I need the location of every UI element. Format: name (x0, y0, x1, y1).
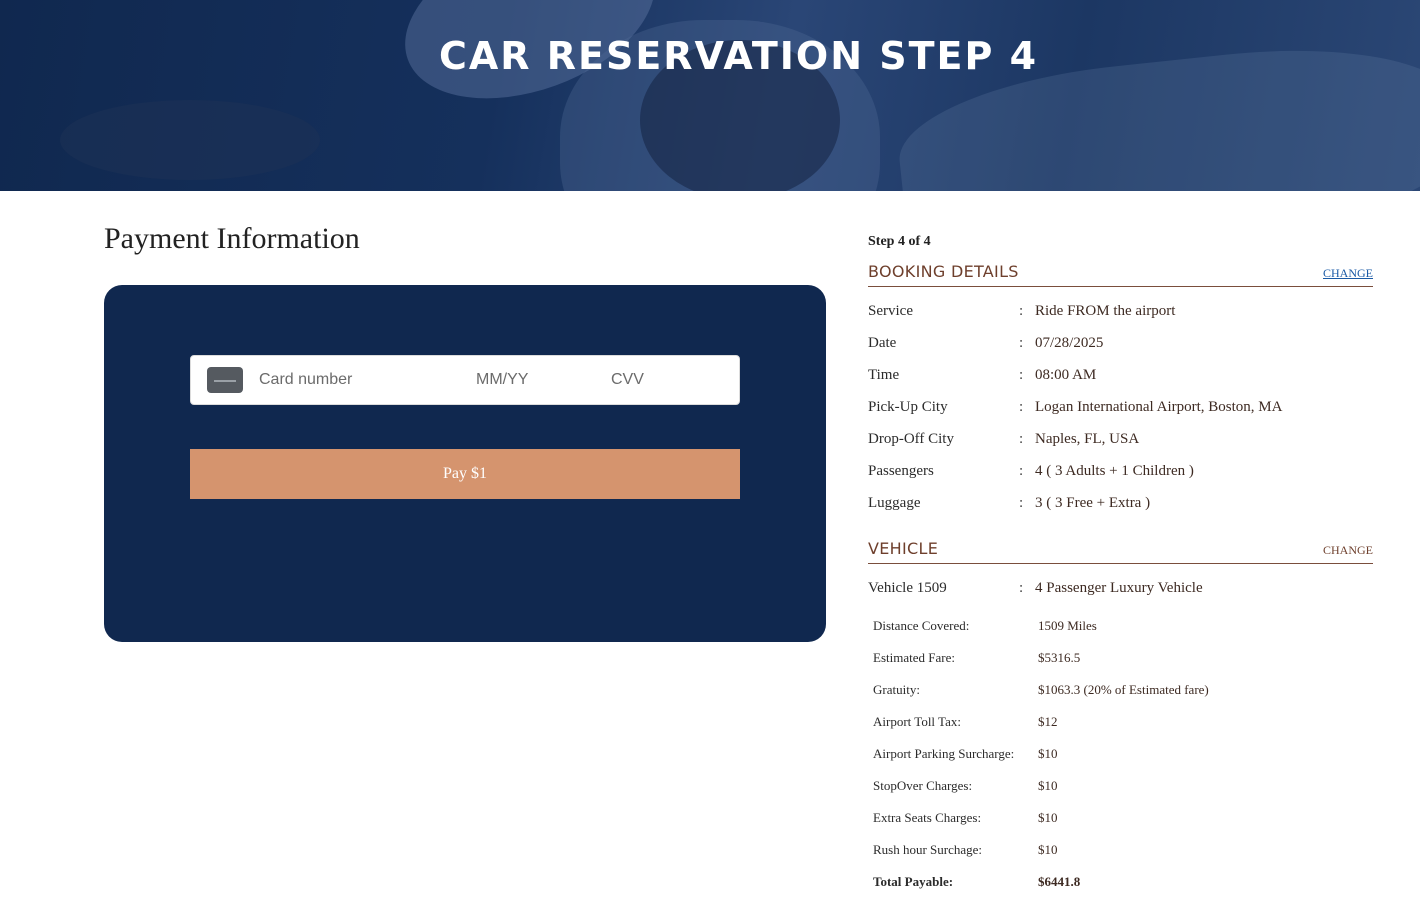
detail-value: 3 ( 3 Free + Extra ) (1035, 495, 1151, 511)
vehicle-label: Vehicle 1509 (868, 580, 947, 596)
booking-row-service: Service : Ride FROM the airport (868, 303, 1373, 323)
fare-value: 1509 Miles (1038, 618, 1097, 633)
fare-value: $10 (1038, 842, 1058, 857)
fare-label: Gratuity: (873, 682, 920, 697)
detail-value: Logan International Airport, Boston, MA (1035, 399, 1283, 415)
fare-row-extra-seats: Extra Seats Charges: $10 (873, 810, 1373, 828)
step-indicator: Step 4 of 4 (868, 234, 931, 249)
fare-value: $5316.5 (1038, 650, 1081, 665)
detail-value: Ride FROM the airport (1035, 303, 1176, 319)
fare-row-estimated-fare: Estimated Fare: $5316.5 (873, 650, 1373, 668)
card-expiry-input[interactable] (476, 356, 586, 404)
fare-label: Estimated Fare: (873, 650, 955, 665)
credit-card-icon (207, 367, 243, 393)
detail-value: 08:00 AM (1035, 367, 1097, 383)
card-cvv-input[interactable] (611, 356, 721, 404)
vehicle-row: Vehicle 1509 : 4 Passenger Luxury Vehicl… (868, 580, 1373, 600)
detail-label: Drop-Off City (868, 431, 954, 447)
detail-separator: : (1019, 399, 1024, 415)
payment-section-title: Payment Information (104, 222, 360, 255)
booking-row-pickup-city: Pick-Up City : Logan International Airpo… (868, 399, 1373, 419)
fare-value: $10 (1038, 778, 1058, 793)
vehicle-title: VEHICLE (868, 539, 939, 558)
booking-row-luggage: Luggage : 3 ( 3 Free + Extra ) (868, 495, 1373, 515)
fare-value: $10 (1038, 810, 1058, 825)
payment-form: Pay $1 (104, 285, 826, 642)
detail-separator: : (1019, 495, 1024, 511)
fare-row-distance: Distance Covered: 1509 Miles (873, 618, 1373, 636)
fare-value: $12 (1038, 714, 1058, 729)
detail-value: 07/28/2025 (1035, 335, 1104, 351)
fare-row-rush-hour: Rush hour Surchage: $10 (873, 842, 1373, 860)
fare-row-airport-parking: Airport Parking Surcharge: $10 (873, 746, 1373, 764)
total-value: $6441.8 (1038, 874, 1081, 889)
detail-label: Luggage (868, 495, 921, 511)
booking-details-header: BOOKING DETAILS CHANGE (868, 262, 1373, 287)
detail-label: Date (868, 335, 897, 351)
card-number-input[interactable] (259, 356, 459, 404)
detail-separator: : (1019, 335, 1024, 351)
hero-background-shape (60, 100, 320, 180)
fare-label: Rush hour Surchage: (873, 842, 983, 857)
fare-label: Airport Parking Surcharge: (873, 746, 1015, 761)
detail-separator: : (1019, 367, 1024, 383)
detail-label: Time (868, 367, 900, 383)
booking-details-title: BOOKING DETAILS (868, 262, 1019, 281)
fare-row-airport-toll-tax: Airport Toll Tax: $12 (873, 714, 1373, 732)
hero-banner: CAR RESERVATION STEP 4 (0, 0, 1420, 191)
fare-value: $10 (1038, 746, 1058, 761)
booking-row-date: Date : 07/28/2025 (868, 335, 1373, 355)
detail-label: Pick-Up City (868, 399, 948, 415)
detail-separator: : (1019, 431, 1024, 447)
page-title: CAR RESERVATION STEP 4 (438, 34, 1039, 78)
detail-separator: : (1019, 580, 1024, 596)
total-label: Total Payable: (873, 874, 954, 889)
change-booking-link[interactable]: CHANGE (1323, 266, 1373, 281)
detail-label: Passengers (868, 463, 934, 479)
fare-row-total-payable: Total Payable: $6441.8 (873, 874, 1373, 892)
fare-label: Distance Covered: (873, 618, 970, 633)
detail-label: Service (868, 303, 913, 319)
detail-separator: : (1019, 463, 1024, 479)
booking-row-time: Time : 08:00 AM (868, 367, 1373, 387)
fare-row-gratuity: Gratuity: $1063.3 (20% of Estimated fare… (873, 682, 1373, 700)
pay-button[interactable]: Pay $1 (190, 449, 740, 499)
fare-label: StopOver Charges: (873, 778, 973, 793)
fare-label: Extra Seats Charges: (873, 810, 982, 825)
detail-value: 4 ( 3 Adults + 1 Children ) (1035, 463, 1194, 479)
booking-row-passengers: Passengers : 4 ( 3 Adults + 1 Children ) (868, 463, 1373, 483)
fare-row-stopover: StopOver Charges: $10 (873, 778, 1373, 796)
detail-value: Naples, FL, USA (1035, 431, 1140, 447)
vehicle-header: VEHICLE CHANGE (868, 539, 1373, 564)
fare-label: Airport Toll Tax: (873, 714, 961, 729)
booking-row-dropoff-city: Drop-Off City : Naples, FL, USA (868, 431, 1373, 451)
fare-value: $1063.3 (20% of Estimated fare) (1038, 682, 1209, 697)
detail-separator: : (1019, 303, 1024, 319)
vehicle-value: 4 Passenger Luxury Vehicle (1035, 580, 1203, 596)
change-vehicle-link[interactable]: CHANGE (1323, 543, 1373, 558)
card-input-row (190, 355, 740, 405)
